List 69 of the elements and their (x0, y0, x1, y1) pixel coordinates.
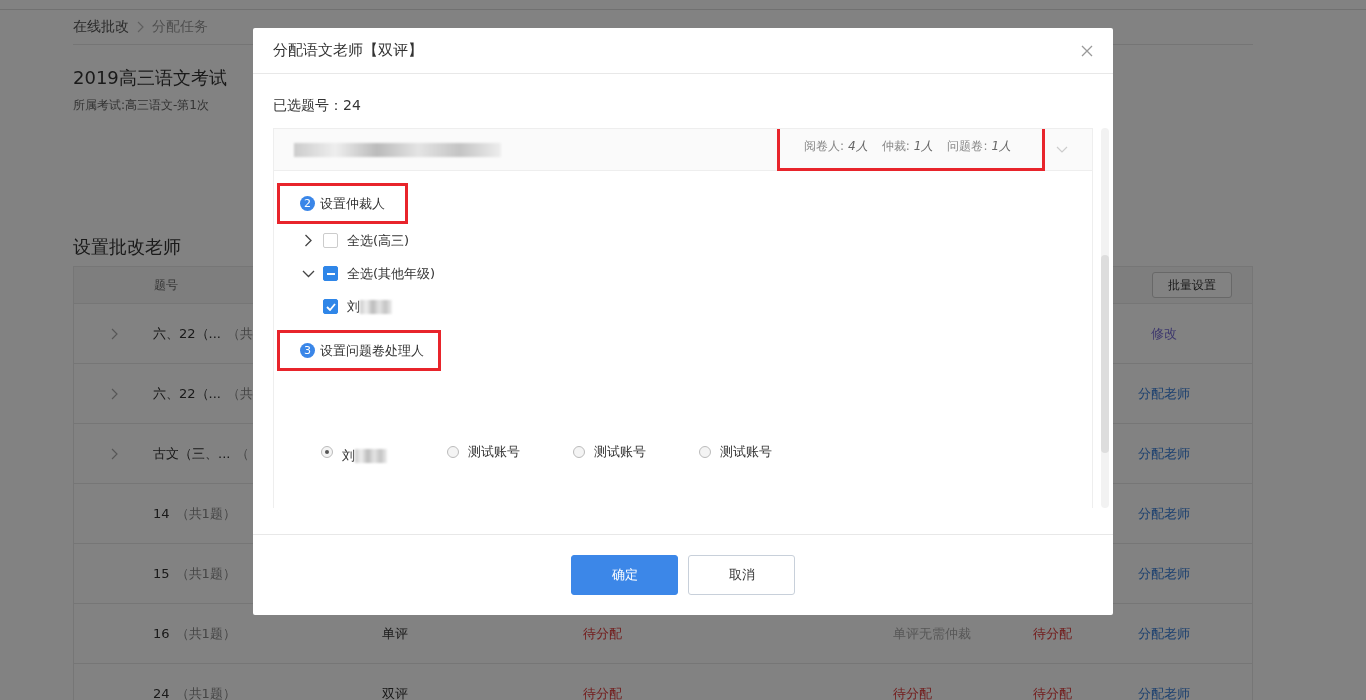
question-number: 六、22（... (153, 325, 221, 341)
table-cell: 待分配 (1033, 685, 1072, 700)
row-action-link[interactable]: 分配老师 (1137, 625, 1190, 641)
question-number: 14 (153, 505, 170, 521)
exam-title: 2019高三语文考试 (73, 67, 227, 89)
radio-button[interactable] (447, 446, 459, 458)
row-action-link[interactable]: 分配老师 (1137, 565, 1190, 581)
question-count: （共1题） (175, 565, 236, 581)
question-number: 16 (153, 625, 170, 641)
row-action-link[interactable]: 分配老师 (1137, 445, 1190, 461)
column-header: 题号 (154, 276, 178, 294)
step-number-badge: 2 (300, 196, 315, 211)
radio-label: 测试账号 (594, 443, 646, 461)
radio-label: 测试账号 (468, 443, 520, 461)
radio-button[interactable] (321, 446, 333, 458)
checkbox-label: 全选(其他年级) (347, 264, 436, 283)
row-action-link[interactable]: 分配老师 (1137, 685, 1190, 700)
row-action-link[interactable]: 分配老师 (1137, 385, 1190, 401)
checkbox-label: 全选(高三) (347, 231, 410, 250)
stat-label: 阅卷人: (804, 138, 845, 153)
table-cell: 待分配 (583, 625, 622, 641)
stat-label: 仲裁: (881, 138, 910, 153)
table-cell: 单评 (382, 625, 408, 641)
question-number: 六、22（... (153, 385, 221, 401)
scrollbar[interactable] (1101, 128, 1109, 508)
table-cell: 双评 (382, 685, 408, 700)
table-cell: 待分配 (583, 685, 622, 700)
question-count: （ (236, 445, 250, 461)
question-number: 24 (153, 685, 170, 700)
row-action-link[interactable]: 修改 (1150, 325, 1177, 341)
step-title: 设置仲裁人 (320, 194, 385, 213)
table-cell: 待分配 (1033, 625, 1072, 641)
stat-label: 问题卷: (947, 138, 988, 153)
question-count: （共1题） (175, 505, 236, 521)
question-number: 15 (153, 565, 170, 581)
question-count: （共1题） (175, 685, 236, 700)
close-icon[interactable] (1081, 44, 1093, 57)
stat-value: 1人 (991, 138, 1012, 153)
selected-question-label: 已选题号：24 (273, 96, 361, 114)
section-title: 设置批改老师 (73, 236, 181, 258)
radio-label: 测试账号 (720, 443, 772, 461)
redacted-blur (360, 299, 392, 314)
checkbox-label: 刘 (347, 297, 360, 316)
question-number: 古文（三、... (153, 445, 231, 461)
checkbox[interactable] (323, 266, 338, 281)
table-cell: 待分配 (893, 685, 932, 700)
step-title: 设置问题卷处理人 (320, 341, 424, 360)
cancel-button[interactable]: 取消 (688, 555, 795, 595)
stat-value: 4人 (848, 138, 868, 153)
checkbox[interactable] (323, 233, 338, 248)
confirm-button[interactable]: 确定 (571, 555, 678, 595)
question-count: （共 (226, 325, 253, 341)
dialog-title: 分配语文老师【双评】 (273, 41, 423, 60)
radio-button[interactable] (699, 446, 711, 458)
checkbox[interactable] (323, 299, 338, 314)
redacted-blur (355, 449, 387, 463)
chevron-down-icon[interactable] (302, 269, 315, 278)
radio-label: 刘 (342, 447, 355, 465)
exam-subtitle: 所属考试:高三语文-第1次 (73, 97, 209, 114)
question-count: （共1题） (175, 625, 236, 641)
radio-button[interactable] (573, 446, 585, 458)
step-number-badge: 3 (300, 343, 315, 358)
row-action-link[interactable]: 分配老师 (1137, 505, 1190, 521)
breadcrumb-link[interactable]: 在线批改 (73, 18, 129, 36)
batch-settings-button[interactable]: 批量设置 (1152, 272, 1232, 298)
question-count: （共 (226, 385, 253, 401)
chevron-right-icon (137, 21, 144, 33)
chevron-right-icon[interactable] (302, 234, 315, 247)
stat-value: 1人 (913, 138, 934, 153)
